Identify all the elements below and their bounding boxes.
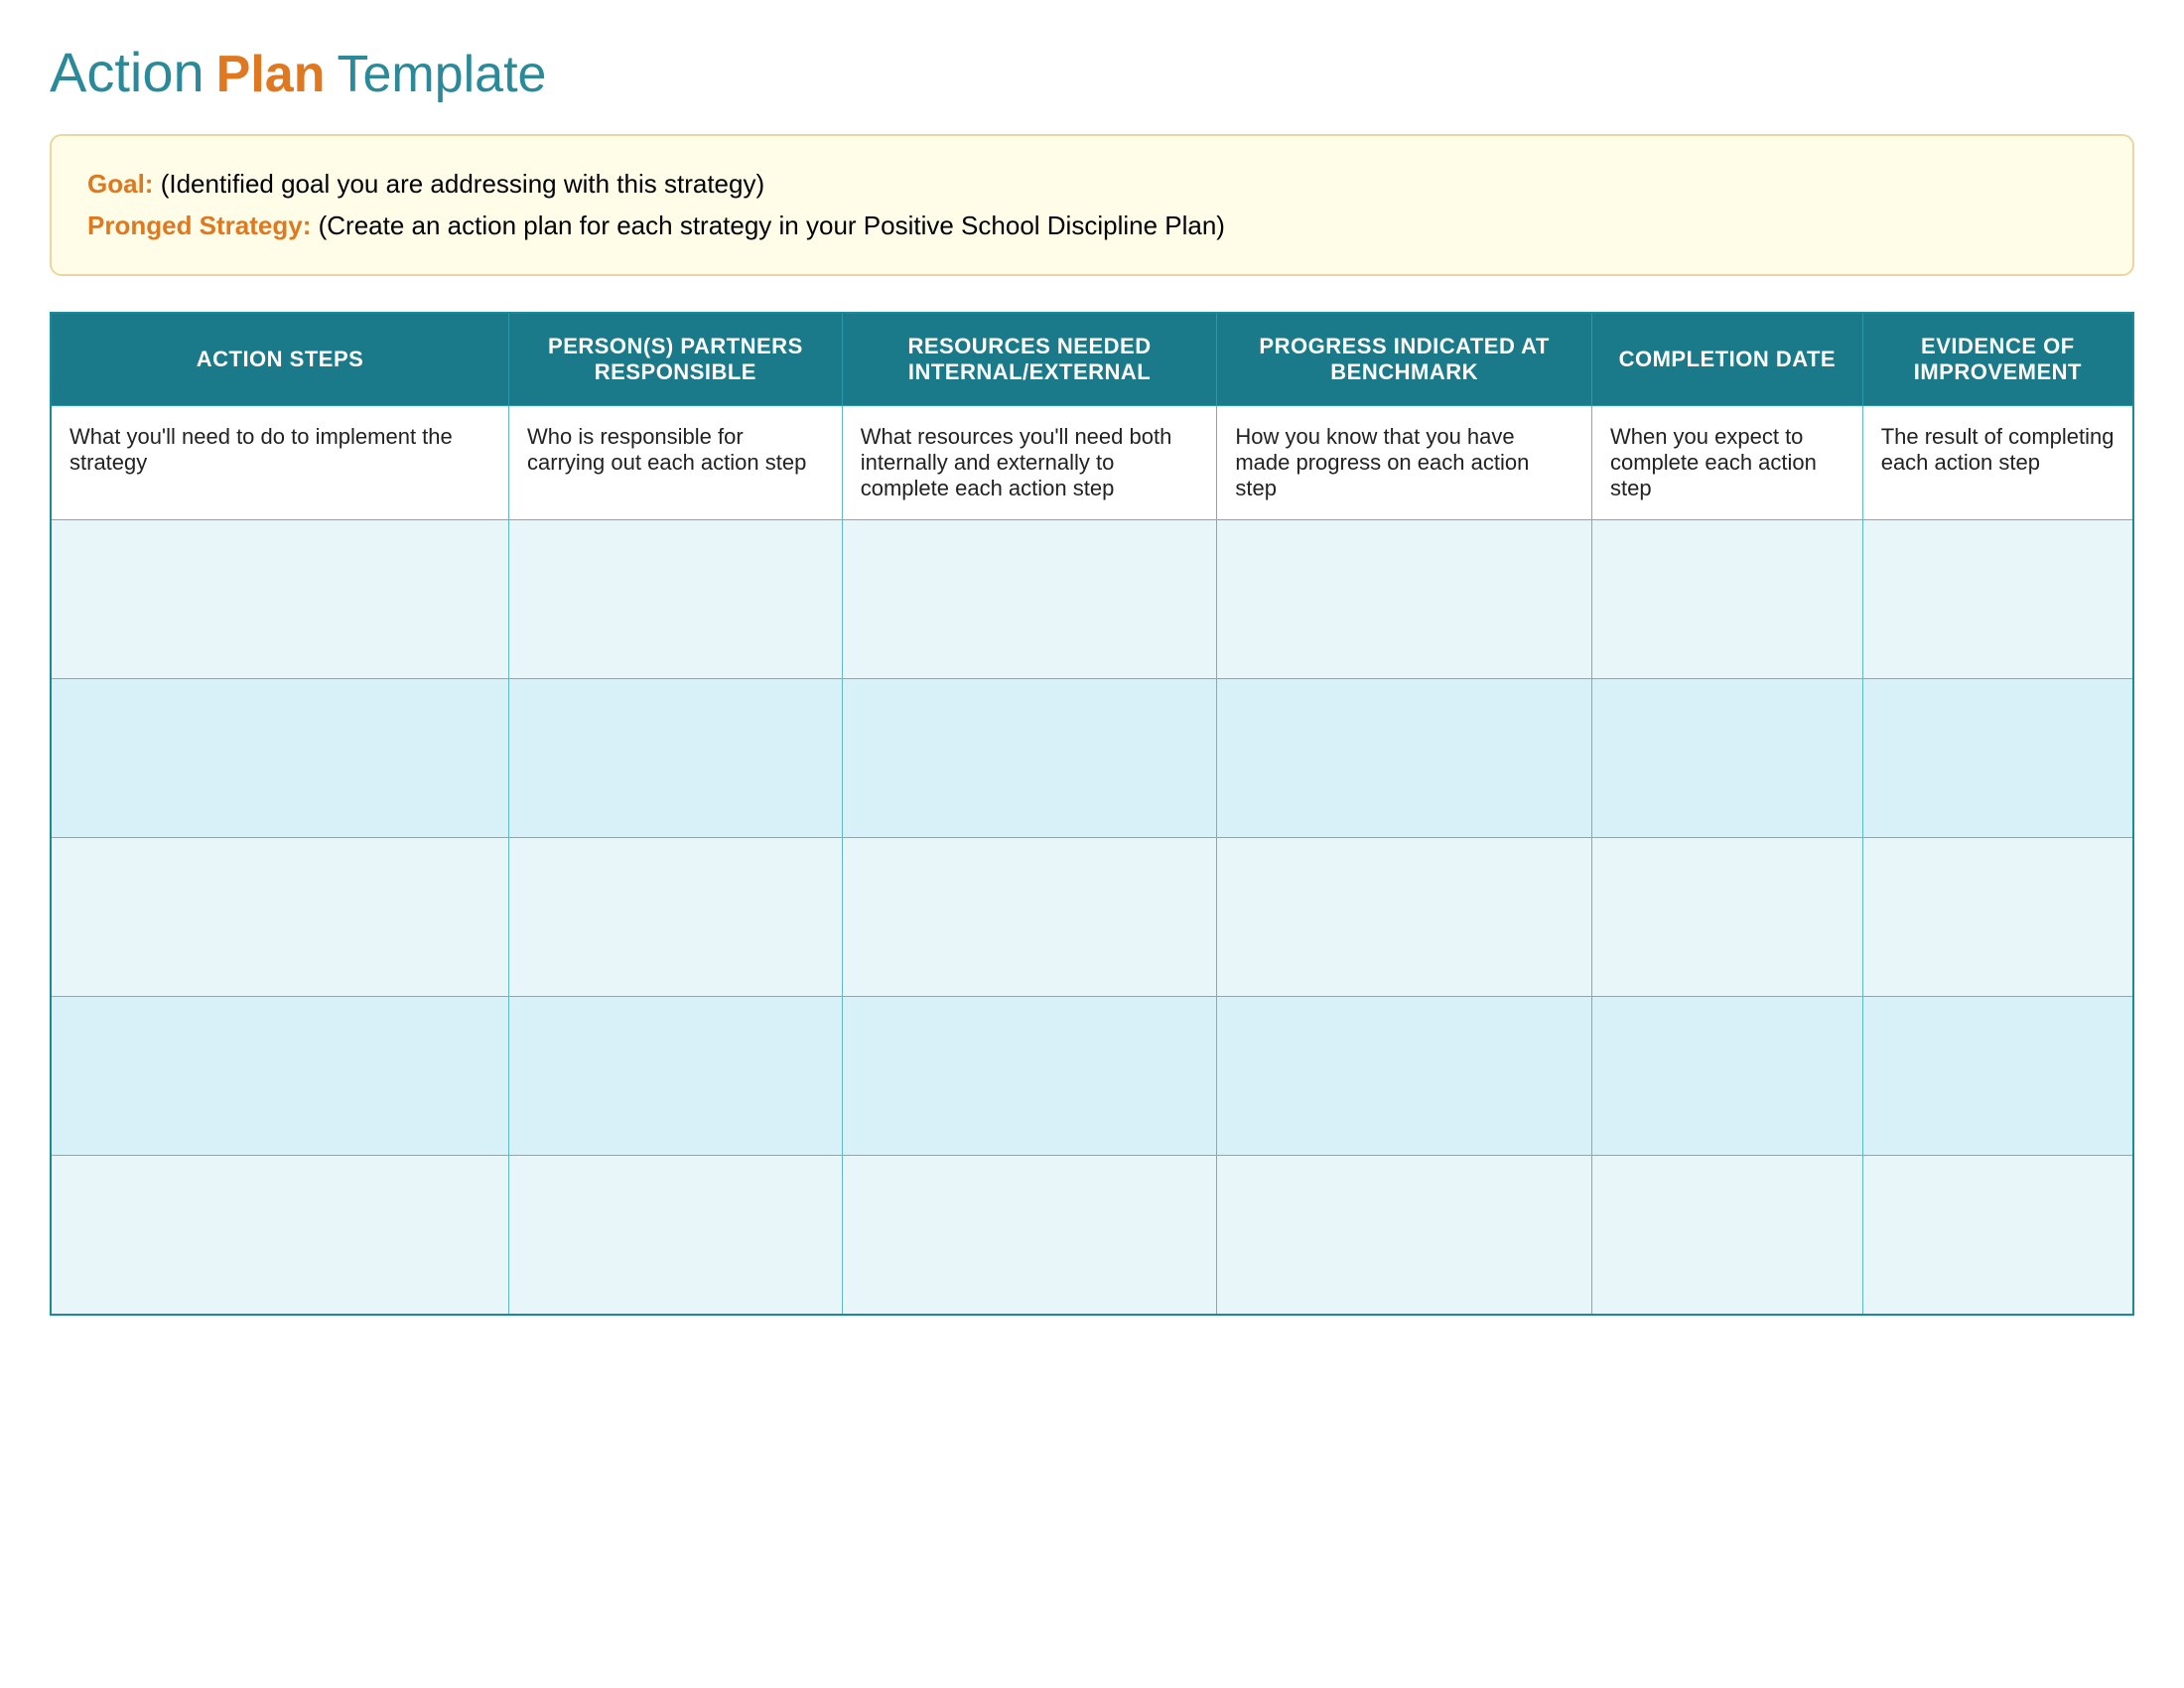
goal-box: Goal: (Identified goal you are addressin… <box>50 134 2134 276</box>
cell-person-3[interactable] <box>509 838 843 997</box>
col-header-evidence-improvement: EVIDENCE OF IMPROVEMENT <box>1862 313 2133 406</box>
cell-progress-2[interactable] <box>1217 679 1592 838</box>
col-header-person-responsible: PERSON(S) PARTNERS RESPONSIBLE <box>509 313 843 406</box>
desc-completion-date: When you expect to complete each action … <box>1591 406 1862 520</box>
col-header-completion-date: COMPLETION DATE <box>1591 313 1862 406</box>
cell-progress-1[interactable] <box>1217 520 1592 679</box>
cell-progress-5[interactable] <box>1217 1156 1592 1315</box>
cell-action-3[interactable] <box>51 838 509 997</box>
pronged-text: (Create an action plan for each strategy… <box>319 211 1225 240</box>
pronged-line: Pronged Strategy: (Create an action plan… <box>87 206 2097 247</box>
cell-resources-5[interactable] <box>842 1156 1217 1315</box>
title-action: Action <box>50 40 205 104</box>
goal-text: (Identified goal you are addressing with… <box>161 169 764 199</box>
page-title: Action Plan Template <box>50 40 2134 104</box>
title-template: Template <box>337 45 546 104</box>
cell-evidence-2[interactable] <box>1862 679 2133 838</box>
action-plan-table: ACTION STEPS PERSON(S) PARTNERS RESPONSI… <box>50 312 2134 1316</box>
cell-completion-5[interactable] <box>1591 1156 1862 1315</box>
pronged-label: Pronged Strategy: <box>87 211 311 240</box>
cell-action-1[interactable] <box>51 520 509 679</box>
table-row <box>51 520 2133 679</box>
cell-action-2[interactable] <box>51 679 509 838</box>
col-header-action-steps: ACTION STEPS <box>51 313 509 406</box>
cell-evidence-1[interactable] <box>1862 520 2133 679</box>
cell-progress-4[interactable] <box>1217 997 1592 1156</box>
cell-evidence-3[interactable] <box>1862 838 2133 997</box>
table-header-row: ACTION STEPS PERSON(S) PARTNERS RESPONSI… <box>51 313 2133 406</box>
cell-resources-2[interactable] <box>842 679 1217 838</box>
col-header-progress-benchmark: PROGRESS INDICATED AT BENCHMARK <box>1217 313 1592 406</box>
cell-evidence-4[interactable] <box>1862 997 2133 1156</box>
cell-completion-3[interactable] <box>1591 838 1862 997</box>
table-row <box>51 838 2133 997</box>
desc-evidence-improvement: The result of completing each action ste… <box>1862 406 2133 520</box>
cell-person-1[interactable] <box>509 520 843 679</box>
cell-person-4[interactable] <box>509 997 843 1156</box>
cell-action-5[interactable] <box>51 1156 509 1315</box>
cell-person-5[interactable] <box>509 1156 843 1315</box>
table-description-row: What you'll need to do to implement the … <box>51 406 2133 520</box>
goal-label: Goal: <box>87 169 153 199</box>
col-header-resources-needed: RESOURCES NEEDED INTERNAL/EXTERNAL <box>842 313 1217 406</box>
table-row <box>51 997 2133 1156</box>
table-row <box>51 679 2133 838</box>
cell-completion-2[interactable] <box>1591 679 1862 838</box>
cell-evidence-5[interactable] <box>1862 1156 2133 1315</box>
cell-completion-4[interactable] <box>1591 997 1862 1156</box>
cell-resources-3[interactable] <box>842 838 1217 997</box>
desc-resources-needed: What resources you'll need both internal… <box>842 406 1217 520</box>
desc-progress-benchmark: How you know that you have made progress… <box>1217 406 1592 520</box>
cell-action-4[interactable] <box>51 997 509 1156</box>
cell-completion-1[interactable] <box>1591 520 1862 679</box>
table-row <box>51 1156 2133 1315</box>
cell-progress-3[interactable] <box>1217 838 1592 997</box>
cell-resources-1[interactable] <box>842 520 1217 679</box>
cell-person-2[interactable] <box>509 679 843 838</box>
goal-line: Goal: (Identified goal you are addressin… <box>87 164 2097 206</box>
title-plan: Plan <box>216 45 326 104</box>
cell-resources-4[interactable] <box>842 997 1217 1156</box>
desc-person-responsible: Who is responsible for carrying out each… <box>509 406 843 520</box>
desc-action-steps: What you'll need to do to implement the … <box>51 406 509 520</box>
